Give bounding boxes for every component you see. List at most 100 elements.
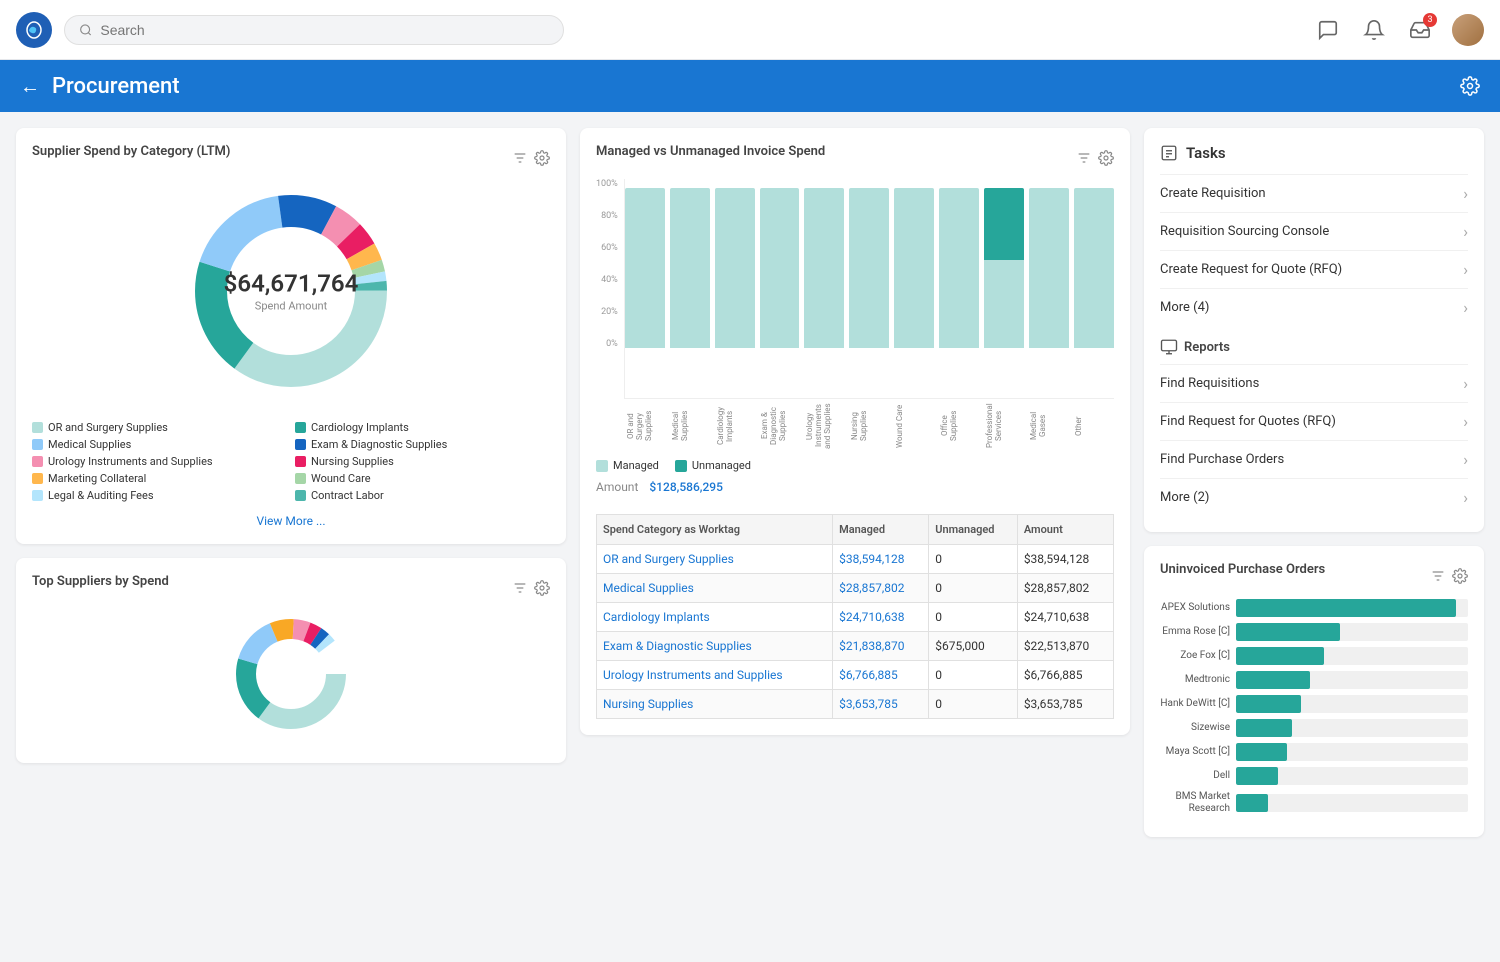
bar-medical-gases xyxy=(1029,188,1069,348)
filter-icon[interactable] xyxy=(512,150,528,166)
notifications-icon[interactable] xyxy=(1360,16,1388,44)
table-row: Exam & Diagnostic Supplies $21,838,870 $… xyxy=(597,632,1114,661)
col-unmanaged: Unmanaged xyxy=(929,515,1018,545)
task-item[interactable]: More (4)› xyxy=(1160,288,1468,326)
task-item[interactable]: Create Requisition› xyxy=(1160,174,1468,212)
managed-title: Managed vs Unmanaged Invoice Spend xyxy=(596,144,825,159)
po-bar-row: BMS Market Research xyxy=(1160,791,1468,815)
tasks-list: Create Requisition›Requisition Sourcing … xyxy=(1160,174,1468,326)
top-suppliers-card: Top Suppliers by Spend xyxy=(16,558,566,763)
settings-icon[interactable] xyxy=(1460,76,1480,96)
inbox-icon[interactable]: 3 xyxy=(1406,16,1434,44)
report-item[interactable]: Find Request for Quotes (RFQ)› xyxy=(1160,402,1468,440)
tasks-card: Tasks Create Requisition›Requisition Sou… xyxy=(1144,128,1484,532)
legend-item: Medical Supplies xyxy=(32,438,287,451)
inbox-badge: 3 xyxy=(1423,13,1437,27)
bar-wound xyxy=(894,188,934,348)
chat-icon[interactable] xyxy=(1314,16,1342,44)
po-bar-row: Zoe Fox [C] xyxy=(1160,647,1468,665)
legend-item: Marketing Collateral xyxy=(32,472,287,485)
right-panel: Tasks Create Requisition›Requisition Sou… xyxy=(1144,128,1484,837)
report-item[interactable]: More (2)› xyxy=(1160,478,1468,516)
top-suppliers-title: Top Suppliers by Spend xyxy=(32,574,169,589)
main-content: Supplier Spend by Category (LTM) xyxy=(0,112,1500,853)
table-row: Urology Instruments and Supplies $6,766,… xyxy=(597,661,1114,690)
legend-item: Nursing Supplies xyxy=(295,455,550,468)
search-bar[interactable] xyxy=(64,15,564,45)
legend-item: Contract Labor xyxy=(295,489,550,502)
search-icon xyxy=(79,23,92,37)
bar-professional xyxy=(984,188,1024,348)
back-button[interactable]: ← xyxy=(20,74,40,99)
table-row: OR and Surgery Supplies $38,594,128 0 $3… xyxy=(597,545,1114,574)
page-header: ← Procurement xyxy=(0,60,1500,112)
table-row: Cardiology Implants $24,710,638 0 $24,71… xyxy=(597,603,1114,632)
chart-legend: Managed Unmanaged xyxy=(596,459,1114,472)
legend-managed: Managed xyxy=(596,459,659,472)
top-navigation: 3 xyxy=(0,0,1500,60)
po-bar-row: Medtronic xyxy=(1160,671,1468,689)
bar-urology xyxy=(804,188,844,348)
card-icons-3 xyxy=(1076,150,1114,166)
col-managed: Managed xyxy=(833,515,929,545)
bar-office xyxy=(939,188,979,348)
reports-label: Reports xyxy=(1160,338,1468,356)
po-bar-row: Maya Scott [C] xyxy=(1160,743,1468,761)
reports-list: Find Requisitions›Find Request for Quote… xyxy=(1160,364,1468,516)
donut-chart: $64,671,764 Spend Amount xyxy=(32,171,550,411)
filter-icon-2[interactable] xyxy=(512,580,528,596)
card-icons-2 xyxy=(512,580,550,596)
page-title: Procurement xyxy=(52,74,180,99)
uninvoiced-po-card: Uninvoiced Purchase Orders APEX Solution… xyxy=(1144,546,1484,837)
view-more-button[interactable]: View More ... xyxy=(32,514,550,528)
bar-nursing xyxy=(849,188,889,348)
legend-item: OR and Surgery Supplies xyxy=(32,421,287,434)
card-icons xyxy=(512,150,550,166)
po-bar-row: Sizewise xyxy=(1160,719,1468,737)
settings-icon-2[interactable] xyxy=(534,580,550,596)
po-bar-row: Emma Rose [C] xyxy=(1160,623,1468,641)
spend-table-container[interactable]: Spend Category as Worktag Managed Unmana… xyxy=(596,504,1114,719)
user-avatar[interactable] xyxy=(1452,14,1484,46)
table-row: Nursing Supplies $3,653,785 0 $3,653,785 xyxy=(597,690,1114,719)
legend-unmanaged: Unmanaged xyxy=(675,459,751,472)
col-amount: Amount xyxy=(1017,515,1113,545)
amount-row: Amount $128,586,295 xyxy=(596,480,1114,494)
legend-item: Legal & Auditing Fees xyxy=(32,489,287,502)
supplier-spend-card: Supplier Spend by Category (LTM) xyxy=(16,128,566,544)
spend-amount: $64,671,764 xyxy=(224,270,359,298)
bar-medical xyxy=(670,188,710,348)
task-item[interactable]: Create Request for Quote (RFQ)› xyxy=(1160,250,1468,288)
task-item[interactable]: Requisition Sourcing Console› xyxy=(1160,212,1468,250)
nav-icons: 3 xyxy=(1314,14,1484,46)
col-category: Spend Category as Worktag xyxy=(597,515,833,545)
filter-icon-3[interactable] xyxy=(1076,150,1092,166)
settings-card-icon[interactable] xyxy=(534,150,550,166)
tasks-title: Tasks xyxy=(1160,144,1468,162)
settings-icon-3[interactable] xyxy=(1098,150,1114,166)
spend-label: Spend Amount xyxy=(224,300,359,313)
legend-item: Exam & Diagnostic Supplies xyxy=(295,438,550,451)
report-item[interactable]: Find Requisitions› xyxy=(1160,364,1468,402)
bar-cardiology xyxy=(715,188,755,348)
report-item[interactable]: Find Purchase Orders› xyxy=(1160,440,1468,478)
po-bar-row: Hank DeWitt [C] xyxy=(1160,695,1468,713)
po-bar-row: Dell xyxy=(1160,767,1468,785)
legend-item: Cardiology Implants xyxy=(295,421,550,434)
managed-unmanaged-card: Managed vs Unmanaged Invoice Spend 100% … xyxy=(580,128,1130,735)
bar-other xyxy=(1074,188,1114,348)
bar-exam xyxy=(760,188,800,348)
card-icons-4 xyxy=(1430,568,1468,584)
legend-item: Urology Instruments and Supplies xyxy=(32,455,287,468)
po-bars: APEX Solutions Emma Rose [C] Zoe Fox [C]… xyxy=(1160,599,1468,815)
suppliers-donut-chart xyxy=(32,601,550,747)
filter-icon-4[interactable] xyxy=(1430,568,1446,584)
supplier-spend-title: Supplier Spend by Category (LTM) xyxy=(32,144,231,159)
x-axis-labels: OR and Surgery Supplies Medical Supplies… xyxy=(596,401,1114,451)
tasks-icon xyxy=(1160,144,1178,162)
settings-icon-4[interactable] xyxy=(1452,568,1468,584)
search-input[interactable] xyxy=(100,22,549,38)
workday-logo xyxy=(16,12,52,48)
legend-item: Wound Care xyxy=(295,472,550,485)
spend-legend: OR and Surgery Supplies Cardiology Impla… xyxy=(32,421,550,502)
